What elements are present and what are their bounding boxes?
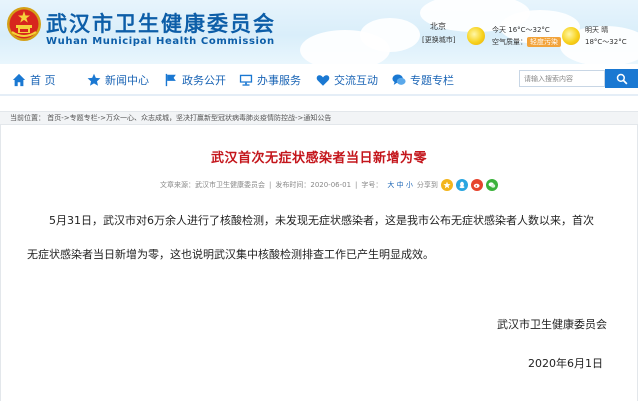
meta-date: 2020-06-01 <box>310 181 352 189</box>
nav-item-news[interactable]: 新闻中心 <box>87 71 149 89</box>
nav-item-services[interactable]: 办事服务 <box>239 71 301 89</box>
tomorrow-temperature: 18°C～32°C <box>585 38 627 46</box>
sun-icon <box>467 27 485 45</box>
nav-label: 新闻中心 <box>105 74 149 87</box>
nav-label: 专题专栏 <box>410 74 454 87</box>
tomorrow-weather: 晴 <box>601 26 609 34</box>
meta-source-label: 文章来源： <box>160 181 195 189</box>
monitor-icon <box>239 74 253 86</box>
meta-date-label: 发布时间： <box>275 181 311 189</box>
nav-label: 办事服务 <box>257 74 301 87</box>
font-size-control[interactable]: 大 中 小 <box>387 180 412 190</box>
nav-label: 交流互动 <box>334 74 378 87</box>
meta-source: 武汉市卫生健康委员会 <box>195 181 265 189</box>
breadcrumb[interactable]: 当前位置： 首页->专题专栏->万众一心、众志成城，坚决打赢新型冠状病毒肺炎疫情… <box>0 111 638 125</box>
nav-label: 政务公开 <box>182 74 226 87</box>
aqi-label: 空气质量： <box>492 38 527 46</box>
chat-icon <box>392 74 406 85</box>
wechat-share-icon[interactable] <box>485 179 498 191</box>
signature-date: 2020年6月1日 <box>528 357 603 370</box>
weather-today: 今天 16°C～32°C <box>492 25 550 35</box>
site-header: 武汉市卫生健康委员会 Wuhan Municipal Health Commis… <box>0 0 638 64</box>
home-icon <box>12 73 26 87</box>
heart-icon <box>316 75 330 86</box>
nav-item-interaction[interactable]: 交流互动 <box>316 71 378 89</box>
search-button[interactable] <box>605 69 638 88</box>
share-label: 分享到 <box>416 181 438 189</box>
search-input[interactable] <box>519 70 605 87</box>
weather-city: 北京 <box>430 22 446 31</box>
meta-separator: | <box>355 181 358 189</box>
star-icon <box>87 73 101 86</box>
today-temperature: 16°C～32°C <box>508 26 550 34</box>
national-emblem-icon <box>7 7 41 41</box>
nav-item-home[interactable]: 首 页 <box>12 71 56 89</box>
cloud-decoration <box>360 18 420 52</box>
meta-separator: | <box>269 181 272 189</box>
article-paragraph-line: 5月31日，武汉市对6万余人进行了核酸检测，未发现无症状感染者，这是我市公布无症… <box>27 210 615 232</box>
sun-icon <box>562 27 580 45</box>
tomorrow-label: 明天 <box>585 26 599 34</box>
nav-item-topics[interactable]: 专题专栏 <box>392 71 454 89</box>
qzone-share-icon[interactable] <box>440 179 453 191</box>
site-title: 武汉市卫生健康委员会 <box>46 12 276 36</box>
paragraph-text: 无症状感染者当日新增为零，这也说明武汉集中核酸检测排查工作已产生明显成效。 <box>27 248 434 261</box>
article-meta: 文章来源： 武汉市卫生健康委员会 | 发布时间： 2020-06-01 | 字号… <box>160 178 498 192</box>
article-title: 武汉首次无症状感染者当日新增为零 <box>210 151 427 166</box>
meta-font-label: 字号： <box>361 181 383 189</box>
change-city-link[interactable]: [更换城市] <box>422 35 455 45</box>
air-quality: 空气质量： 轻度污染 <box>492 37 561 47</box>
paragraph-text: 5月31日，武汉市对6万余人进行了核酸检测，未发现无症状感染者，这是我市公布无症… <box>49 214 594 227</box>
today-label: 今天 <box>492 26 506 34</box>
weather-tomorrow: 明天 晴 <box>585 25 608 35</box>
flag-icon <box>165 73 176 87</box>
signature-organization: 武汉市卫生健康委员会 <box>497 318 607 331</box>
article-paragraph-line: 无症状感染者当日新增为零，这也说明武汉集中核酸检测排查工作已产生明显成效。 <box>27 244 615 266</box>
qq-share-icon[interactable] <box>455 179 468 191</box>
search-icon <box>616 73 627 84</box>
site-subtitle: Wuhan Municipal Health Commission <box>46 36 275 47</box>
nav-item-gov-affairs[interactable]: 政务公开 <box>164 71 226 89</box>
weibo-share-icon[interactable] <box>470 179 483 191</box>
aqi-badge: 轻度污染 <box>527 37 561 47</box>
nav-label: 首 页 <box>30 74 56 87</box>
